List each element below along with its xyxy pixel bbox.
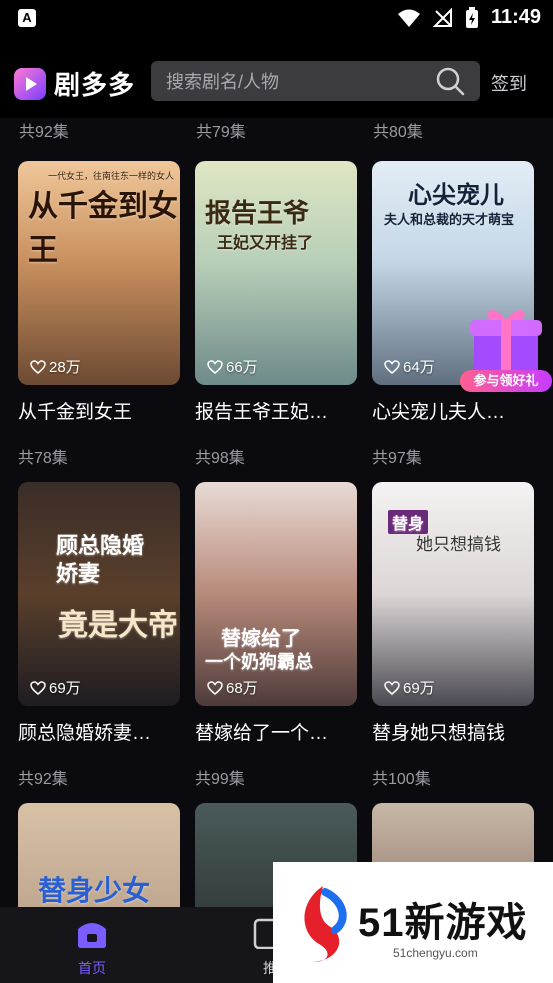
search-icon[interactable] — [432, 63, 468, 99]
heart-icon — [30, 359, 46, 374]
poster-image[interactable]: 顾总隐婚娇妻 竟是大帝 69万 — [18, 482, 180, 706]
drama-title[interactable]: 心尖宠儿夫人… — [372, 397, 534, 424]
poster-subtitle: 夫人和总裁的天才萌宝 — [384, 212, 515, 227]
watermark-url: 51chengyu.com — [393, 946, 478, 960]
poster-title: 替身少女 — [38, 875, 151, 906]
poster-image[interactable]: 替嫁给了 一个奶狗霸总 68万 — [195, 482, 357, 706]
signin-button[interactable]: 签到 — [491, 70, 527, 96]
likes: 66万 — [207, 356, 258, 377]
heart-icon — [207, 680, 223, 695]
notification-icon: A — [18, 9, 36, 27]
poster-title: 从千金到女王 — [28, 190, 178, 267]
watermark-title: 51新游戏 — [358, 901, 528, 945]
likes-count: 64万 — [403, 359, 435, 376]
tab-label: 首页 — [78, 960, 106, 976]
likes-count: 68万 — [226, 680, 258, 697]
likes: 64万 — [384, 356, 435, 377]
drama-card[interactable]: 顾总隐婚娇妻 竟是大帝 69万 顾总隐婚娇妻… 共92集 — [18, 482, 180, 789]
status-bar: A 11:49 — [0, 0, 553, 40]
app-logo: 剧多多 — [14, 65, 135, 102]
gift-box-icon — [470, 310, 542, 374]
episode-count: 共98集 — [195, 450, 245, 467]
poster-subtitle: 她只想搞钱 — [416, 535, 501, 554]
poster-title: 报告王爷 — [205, 198, 310, 228]
poster-title: 心尖宠儿 — [408, 182, 504, 209]
gift-promo[interactable]: 参与领好礼 — [460, 300, 552, 392]
likes: 69万 — [384, 677, 435, 698]
likes: 68万 — [207, 677, 258, 698]
drama-card[interactable]: 替身 她只想搞钱 69万 替身她只想搞钱 共100集 — [372, 482, 534, 789]
drama-card[interactable]: 从千金到女王 一代女王，往南往东一样的女人 28万 从千金到女王 共78集 — [18, 161, 180, 468]
poster-title: 替嫁给了 — [221, 628, 301, 650]
app-name: 剧多多 — [54, 70, 136, 100]
poster-subtitle: 竟是大帝 — [58, 609, 178, 642]
episode-count: 共99集 — [195, 771, 245, 788]
heart-icon — [207, 359, 223, 374]
poster-subtitle: 一个奶狗霸总 — [205, 652, 313, 672]
heart-icon — [30, 680, 46, 695]
poster-image[interactable]: 替身少女 — [18, 803, 180, 907]
likes-count: 28万 — [49, 359, 81, 376]
tab-home[interactable]: 首页 — [52, 917, 132, 978]
likes: 69万 — [30, 677, 81, 698]
search-bar[interactable]: 搜索剧名/人物 — [151, 61, 480, 101]
poster-image[interactable]: 替身 她只想搞钱 69万 — [372, 482, 534, 706]
clock: 11:49 — [490, 6, 541, 28]
drama-title[interactable]: 从千金到女王 — [18, 397, 180, 424]
watermark-logo-icon — [304, 886, 347, 962]
poster-subtitle: 王妃又开挂了 — [217, 235, 314, 252]
episode-count: 共79集 — [196, 124, 246, 141]
site-watermark: 51新游戏 51chengyu.com — [273, 862, 553, 983]
play-logo-icon — [14, 67, 46, 100]
poster-subtitle: 一代女王，往南往东一样的女人 — [48, 171, 175, 181]
likes-count: 69万 — [403, 680, 435, 697]
drama-title[interactable]: 替身她只想搞钱 — [372, 718, 534, 745]
wifi-icon — [397, 9, 420, 27]
app-header: 剧多多 搜索剧名/人物 签到 — [0, 40, 553, 118]
drama-title[interactable]: 顾总隐婚娇妻… — [18, 718, 180, 745]
episode-count: 共97集 — [372, 450, 422, 467]
drama-title[interactable]: 替嫁给了一个… — [195, 718, 357, 745]
episode-count: 共100集 — [372, 771, 431, 788]
poster-image[interactable]: 报告王爷 王妃又开挂了 66万 — [195, 161, 357, 385]
episode-count: 共92集 — [19, 124, 69, 141]
search-input[interactable]: 搜索剧名/人物 — [166, 68, 432, 94]
drama-grid: 共92集 共79集 共80集 从千金到女王 一代女王，往南往东一样的女人 28万… — [0, 118, 553, 907]
episode-count: 共80集 — [373, 124, 423, 141]
no-signal-icon — [432, 7, 452, 27]
drama-card[interactable]: 替嫁给了 一个奶狗霸总 68万 替嫁给了一个… 共99集 — [195, 482, 357, 789]
episode-count: 共78集 — [18, 450, 68, 467]
likes-count: 69万 — [49, 680, 81, 697]
likes-count: 66万 — [226, 359, 258, 376]
battery-icon — [465, 6, 478, 28]
heart-icon — [384, 359, 400, 374]
drama-card[interactable]: 替身少女 — [18, 803, 180, 907]
poster-image[interactable]: 从千金到女王 一代女王，往南往东一样的女人 28万 — [18, 161, 180, 385]
drama-title[interactable]: 报告王爷王妃… — [195, 397, 357, 424]
heart-icon — [384, 680, 400, 695]
drama-card[interactable]: 报告王爷 王妃又开挂了 66万 报告王爷王妃… 共98集 — [195, 161, 357, 468]
poster-title: 顾总隐婚娇妻 — [56, 533, 145, 586]
status-icons: 11:49 — [397, 6, 541, 29]
gift-label[interactable]: 参与领好礼 — [460, 370, 552, 392]
likes: 28万 — [30, 356, 81, 377]
home-icon — [78, 923, 106, 948]
episode-count: 共92集 — [18, 771, 68, 788]
